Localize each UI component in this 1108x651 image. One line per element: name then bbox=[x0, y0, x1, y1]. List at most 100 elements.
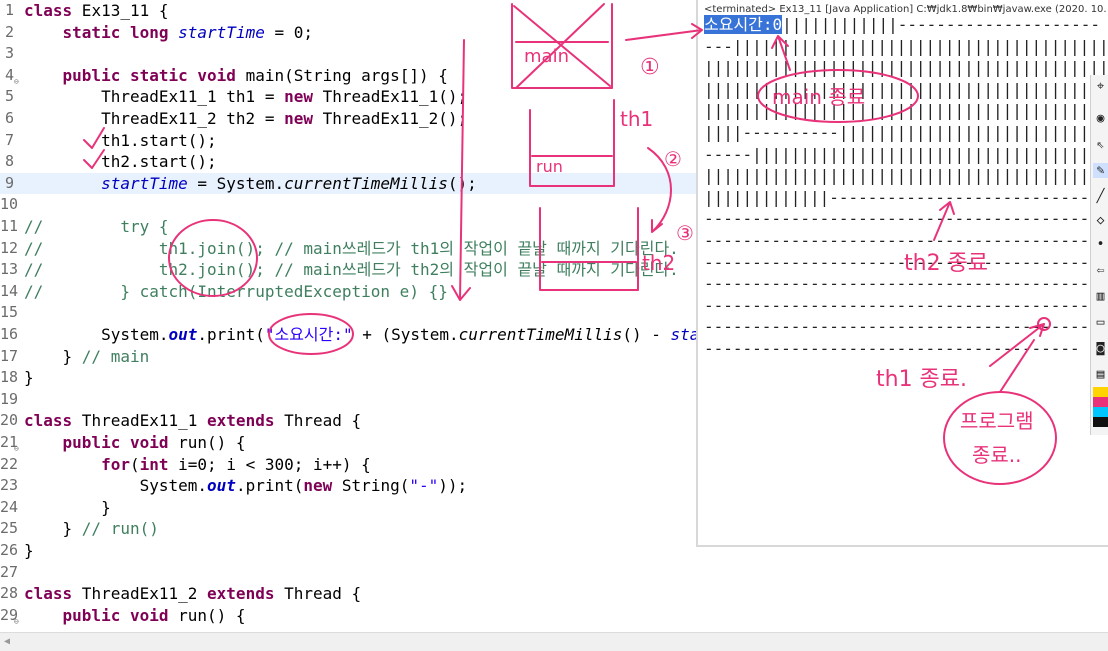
line-number: 19 bbox=[0, 389, 19, 408]
line-number: 27 bbox=[0, 562, 19, 581]
code-text: for(int i=0; i < 300; i++) { bbox=[101, 454, 371, 474]
code-line[interactable]: 17 } // main bbox=[0, 346, 696, 368]
eye-icon[interactable]: ◉ bbox=[1093, 111, 1108, 126]
code-line[interactable]: 18} bbox=[0, 367, 696, 389]
code-text: System.out.print("소요시간:" + (System.curre… bbox=[24, 325, 696, 344]
console-line: ----------------------------------------… bbox=[704, 230, 1108, 250]
code-text: // th2.join(); // main쓰레드가 th2의 작업이 끝날 때… bbox=[24, 260, 679, 280]
clipboard-icon[interactable]: ▤ bbox=[1093, 367, 1108, 382]
scroll-left-icon[interactable]: ◀ bbox=[4, 636, 10, 647]
dot-icon[interactable]: • bbox=[1093, 237, 1108, 252]
line-number: 9 bbox=[4, 173, 14, 192]
code-line[interactable]: 20 class ThreadEx11_1 extends Thread { bbox=[0, 410, 696, 432]
code-line[interactable]: 23 System.out.print(new String("-")); bbox=[0, 475, 696, 497]
line-number: 17 bbox=[0, 346, 19, 365]
code-line[interactable]: 15 bbox=[0, 302, 696, 324]
line-number: 20 bbox=[0, 411, 19, 430]
highlighter-icon[interactable]: ✎ bbox=[1093, 163, 1108, 178]
line-number: 4 bbox=[4, 65, 14, 84]
line-number: 13 bbox=[0, 260, 19, 279]
pen-icon[interactable]: ╱ bbox=[1093, 189, 1108, 204]
line-number: 3 bbox=[4, 44, 14, 63]
console-header: <terminated> Ex13_11 [Java Application] … bbox=[704, 4, 1108, 15]
code-editor[interactable]: 1 class Ex13_11 { 2 static long startTime … bbox=[0, 0, 696, 632]
code-line[interactable]: 9 startTime = System.currentTimeMillis()… bbox=[0, 172, 696, 195]
line-number: 2 bbox=[4, 22, 14, 41]
code-line[interactable]: 16 System.out.print("소요시간:" + (System.cu… bbox=[0, 324, 696, 346]
horizontal-scrollbar[interactable]: ◀ bbox=[0, 632, 1108, 651]
console-selection[interactable]: 소요시간:0 bbox=[704, 15, 783, 34]
console-first-row: 소요시간:0||||||||||||--------------------- bbox=[704, 14, 1108, 36]
console-line: ----------------------------------------… bbox=[704, 317, 1108, 337]
trash-icon[interactable]: ▥ bbox=[1093, 289, 1108, 304]
code-line[interactable]: 26} bbox=[0, 540, 696, 562]
code-line[interactable]: 6 ThreadEx11_2 th2 = new ThreadEx11_2(); bbox=[0, 108, 696, 130]
line-number: 11 bbox=[0, 217, 19, 235]
pointer-icon[interactable]: ⇖ bbox=[1093, 137, 1108, 152]
code-line[interactable]: 22 for(int i=0; i < 300; i++) { bbox=[0, 454, 696, 476]
palette-icon[interactable] bbox=[1093, 387, 1108, 427]
code-line[interactable]: 8 th2.start(); bbox=[0, 151, 696, 173]
line-number: 25 bbox=[0, 519, 19, 538]
code-line[interactable]: 28 class ThreadEx11_2 extends Thread { bbox=[0, 583, 696, 605]
line-number: 1 bbox=[4, 1, 14, 19]
code-line[interactable]: 11 // try { bbox=[0, 216, 696, 238]
code-text: public static void main(String args[]) { bbox=[62, 65, 448, 85]
code-line[interactable]: 4 ⊖ public static void main(String args[]… bbox=[0, 65, 696, 87]
code-text: startTime = System.currentTimeMillis(); bbox=[101, 173, 477, 193]
monitor-icon[interactable]: ▭ bbox=[1093, 315, 1108, 330]
code-line[interactable]: 14 // } catch(InterruptedException e) {} bbox=[0, 281, 696, 303]
code-text: th1.start(); bbox=[24, 130, 217, 150]
line-number: 8 bbox=[4, 152, 14, 171]
code-line[interactable]: 5 ThreadEx11_1 th1 = new ThreadEx11_1(); bbox=[0, 86, 696, 108]
code-text: } // run() bbox=[24, 519, 159, 539]
console-view[interactable]: <terminated> Ex13_11 [Java Application] … bbox=[696, 0, 1108, 547]
line-number: 29 bbox=[0, 605, 19, 624]
console-line: ----------------------------------------… bbox=[704, 209, 1108, 229]
code-line[interactable]: 10 bbox=[0, 194, 696, 216]
code-text: th2.start(); bbox=[24, 152, 217, 172]
code-text: static long startTime = 0; bbox=[62, 22, 314, 42]
fold-icon[interactable]: ⊖ bbox=[14, 611, 19, 632]
console-output[interactable]: 소요시간:0||||||||||||--------------------- … bbox=[704, 14, 1108, 360]
undo-icon[interactable]: ⇦ bbox=[1093, 263, 1108, 278]
line-number: 5 bbox=[4, 87, 14, 106]
line-number: 24 bbox=[0, 497, 19, 516]
console-rows: ---|||||||||||||||||||||||||||||||||||||… bbox=[704, 36, 1108, 360]
line-number: 18 bbox=[0, 368, 19, 387]
code-line[interactable]: 13 // th2.join(); // main쓰레드가 th2의 작업이 끝날… bbox=[0, 259, 696, 281]
code-line[interactable]: 7 th1.start(); bbox=[0, 130, 696, 152]
code-line[interactable]: 29 ⊖ public void run() { bbox=[0, 605, 696, 627]
code-line[interactable]: 19 bbox=[0, 389, 696, 411]
code-line[interactable]: 24 } bbox=[0, 497, 696, 519]
code-line[interactable]: 21 ⊖ public void run() { bbox=[0, 432, 696, 454]
code-line[interactable]: 12 // th1.join(); // main쓰레드가 th1의 작업이 끝날… bbox=[0, 238, 696, 260]
line-number: 7 bbox=[4, 130, 14, 149]
line-number: 22 bbox=[0, 454, 19, 473]
line-number: 6 bbox=[4, 109, 14, 127]
console-first-rest: ||||||||||||--------------------- bbox=[782, 15, 1101, 34]
line-number: 21 bbox=[0, 433, 19, 451]
console-line: --------------------------------------- bbox=[704, 338, 1080, 358]
line-number: 28 bbox=[0, 584, 19, 603]
eraser-icon[interactable]: ◇ bbox=[1093, 213, 1108, 228]
console-line: ----------------------------------------… bbox=[704, 295, 1108, 315]
line-number: 26 bbox=[0, 541, 19, 559]
line-number: 12 bbox=[0, 238, 19, 257]
camera-icon[interactable]: ◙ bbox=[1093, 341, 1108, 356]
code-line[interactable]: 27 bbox=[0, 562, 696, 584]
line-number: 23 bbox=[0, 476, 19, 495]
console-line: ||||----------||||||||||||||||||||||||||… bbox=[704, 122, 1108, 142]
code-line[interactable]: 2 static long startTime = 0; bbox=[0, 22, 696, 44]
code-line[interactable]: 25 } // run() bbox=[0, 518, 696, 540]
console-line: ||||||||||||||||||||||||||||||||||||||||… bbox=[704, 58, 1108, 78]
console-line: ----------------------------------------… bbox=[704, 274, 1108, 294]
pin-icon[interactable]: ⌖ bbox=[1093, 79, 1108, 94]
console-line: ||||||||||||||||||||||||||||||||||||||||… bbox=[704, 79, 1108, 99]
code-text: class Ex13_11 { bbox=[24, 1, 169, 20]
code-text: ThreadEx11_1 th1 = new ThreadEx11_1(); bbox=[24, 87, 468, 107]
code-line[interactable]: 1 class Ex13_11 { bbox=[0, 0, 696, 22]
code-text: } // main bbox=[24, 346, 150, 366]
code-text: ThreadEx11_2 th2 = new ThreadEx11_2(); bbox=[24, 109, 468, 128]
code-line[interactable]: 3 bbox=[0, 43, 696, 65]
